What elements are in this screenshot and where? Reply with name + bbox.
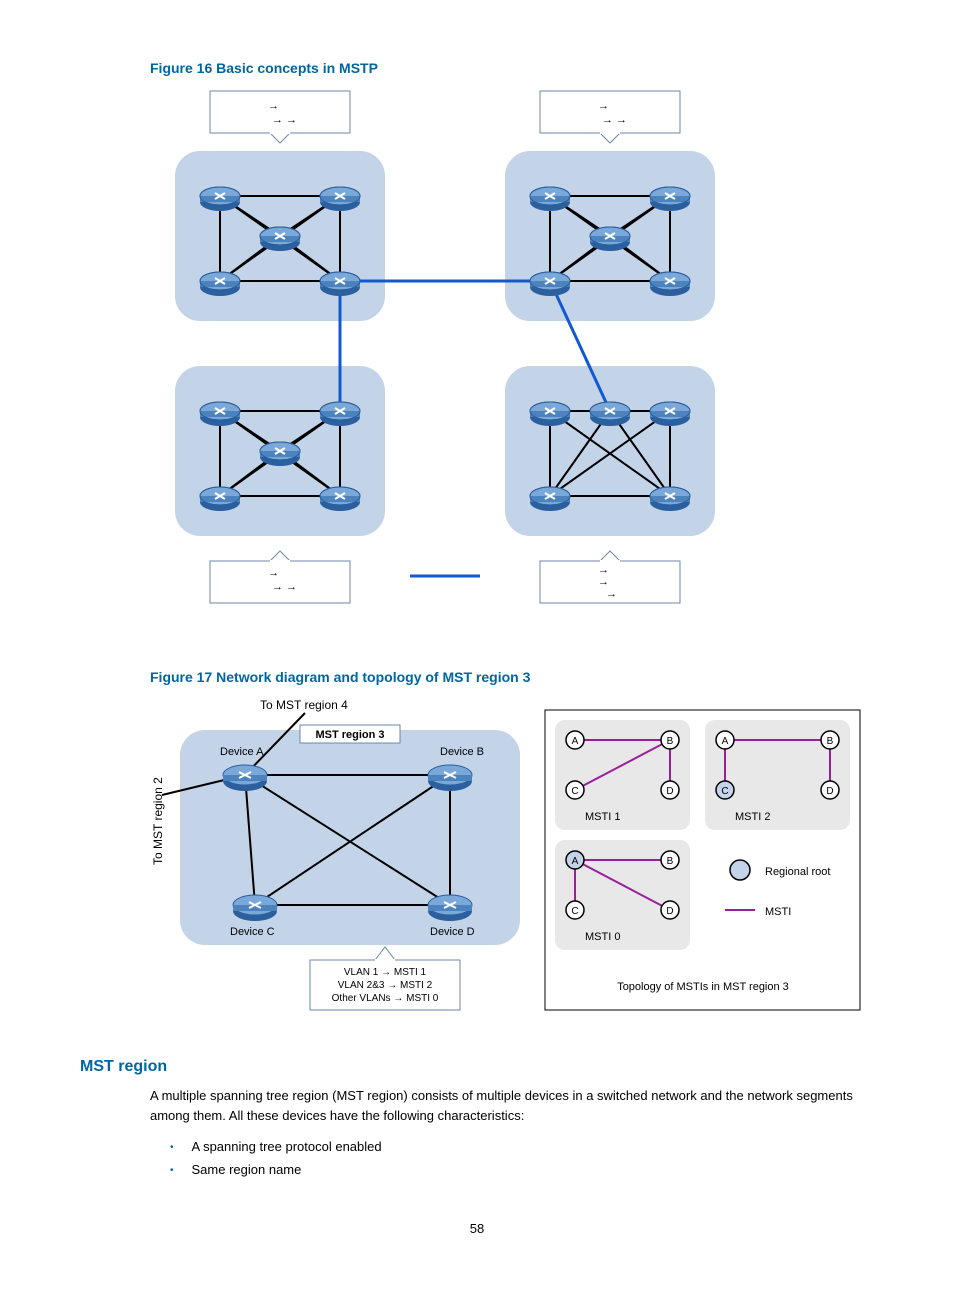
svg-text:→: →	[268, 567, 279, 579]
figure17-diagram: To MST region 4 To MST region 2 MST regi…	[150, 695, 874, 1028]
svg-text:D: D	[666, 906, 673, 917]
svg-text:→: →	[598, 100, 609, 112]
svg-text:→ →: → →	[272, 581, 297, 593]
svg-text:MSTI 2: MSTI 2	[735, 811, 770, 823]
svg-text:Device B: Device B	[440, 746, 484, 758]
bullet-item: A spanning tree protocol enabled	[170, 1135, 874, 1158]
svg-text:MSTI 1: MSTI 1	[585, 811, 620, 823]
svg-text:→: →	[268, 100, 279, 112]
svg-text:A: A	[722, 736, 729, 747]
svg-text:MSTI 0: MSTI 0	[585, 931, 620, 943]
svg-text:→ →: → →	[272, 114, 297, 126]
svg-text:C: C	[571, 786, 578, 797]
svg-text:Topology of MSTIs in MST regio: Topology of MSTIs in MST region 3	[617, 981, 789, 993]
figure17-title: Figure 17 Network diagram and topology o…	[150, 669, 874, 685]
svg-text:→: →	[606, 588, 617, 600]
figure16-title: Figure 16 Basic concepts in MSTP	[150, 60, 874, 76]
svg-text:Regional root: Regional root	[765, 866, 830, 878]
bullet-item: Same region name	[170, 1158, 874, 1181]
bullet-list: A spanning tree protocol enabled Same re…	[170, 1135, 874, 1181]
svg-text:Device A: Device A	[220, 746, 264, 758]
svg-text:VLAN 2&3 → MSTI 2: VLAN 2&3 → MSTI 2	[338, 980, 433, 991]
svg-text:VLAN 1 → MSTI 1: VLAN 1 → MSTI 1	[344, 967, 427, 978]
label-to-region2: To MST region 2	[151, 777, 165, 865]
page-number: 58	[80, 1221, 874, 1236]
svg-text:D: D	[826, 786, 833, 797]
svg-text:D: D	[666, 786, 673, 797]
svg-text:Other VLANs → MSTI 0: Other VLANs → MSTI 0	[332, 993, 439, 1004]
svg-text:A: A	[572, 856, 579, 867]
svg-text:B: B	[827, 736, 834, 747]
svg-text:→: →	[598, 576, 609, 588]
figure16-diagram: →→ → →→ → →→ → →→→	[150, 86, 874, 649]
svg-text:C: C	[721, 786, 728, 797]
svg-text:→: →	[598, 564, 609, 576]
section-para: A multiple spanning tree region (MST reg…	[150, 1086, 874, 1125]
svg-text:Device C: Device C	[230, 926, 275, 938]
svg-text:B: B	[667, 736, 674, 747]
section-heading: MST region	[80, 1058, 874, 1076]
svg-text:→ →: → →	[602, 114, 627, 126]
svg-text:B: B	[667, 856, 674, 867]
svg-text:MST region 3: MST region 3	[315, 729, 384, 741]
svg-text:C: C	[571, 906, 578, 917]
svg-text:Device D: Device D	[430, 926, 475, 938]
svg-text:MSTI: MSTI	[765, 906, 791, 918]
svg-text:A: A	[572, 736, 579, 747]
label-to-region4: To MST region 4	[260, 698, 348, 712]
